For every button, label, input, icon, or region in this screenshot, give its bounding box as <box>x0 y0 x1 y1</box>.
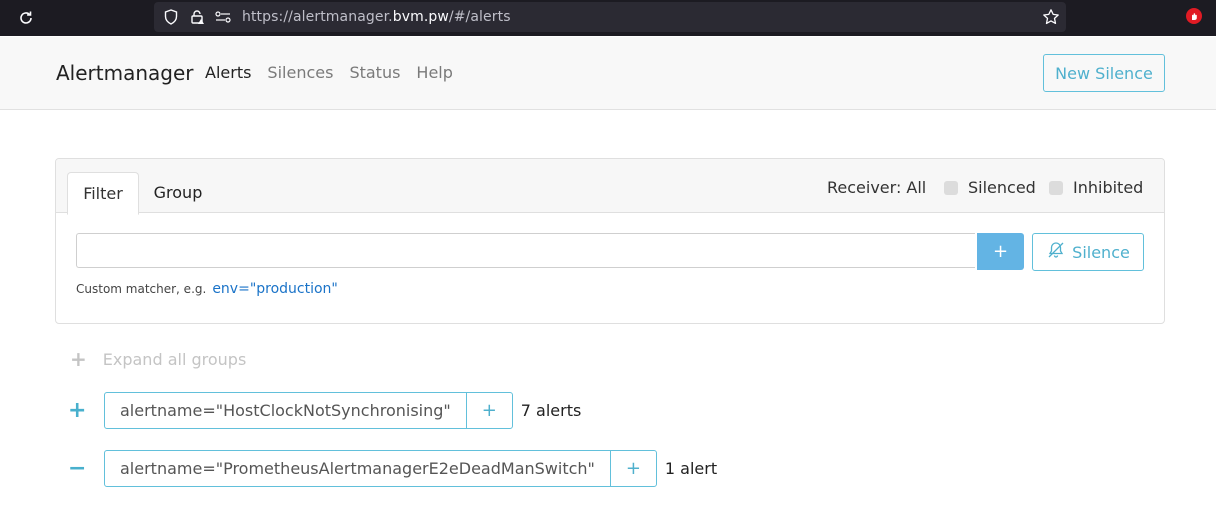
alert-group-row: − alertname="PrometheusAlertmanagerE2eDe… <box>68 450 717 487</box>
group-alert-count: 1 alert <box>664 459 718 478</box>
expand-group-icon[interactable]: + <box>68 398 86 423</box>
tab-filter[interactable]: Filter <box>67 172 139 215</box>
group-alert-count: 7 alerts <box>520 401 582 420</box>
url-bar[interactable]: https://alertmanager.bvm.pw/#/alerts <box>154 2 1066 32</box>
group-matcher-label[interactable]: alertname="PrometheusAlertmanagerE2eDead… <box>105 451 611 486</box>
silenced-checkbox[interactable]: Silenced <box>944 178 1036 197</box>
browser-toolbar: https://alertmanager.bvm.pw/#/alerts <box>0 0 1216 36</box>
reload-icon[interactable] <box>16 8 36 28</box>
receiver-selector[interactable]: Receiver: All <box>827 178 926 197</box>
silenced-checkbox-box[interactable] <box>944 180 958 195</box>
bookmark-star-icon[interactable] <box>1042 8 1060 30</box>
url-text: https://alertmanager.bvm.pw/#/alerts <box>242 9 511 25</box>
silenced-label: Silenced <box>968 178 1036 197</box>
group-matcher: alertname="PrometheusAlertmanagerE2eDead… <box>104 450 657 487</box>
hint-text: Custom matcher, e.g. <box>76 282 207 296</box>
url-host: bvm.pw <box>392 9 449 25</box>
tab-group[interactable]: Group <box>146 172 210 213</box>
group-matcher: alertname="HostClockNotSynchronising" + <box>104 392 513 429</box>
add-group-matcher-button[interactable]: + <box>467 393 512 428</box>
hint-example[interactable]: env="production" <box>212 281 338 297</box>
insecure-lock-icon[interactable] <box>188 8 206 26</box>
shield-icon[interactable] <box>162 8 180 26</box>
silence-button-label: Silence <box>1072 242 1130 262</box>
filter-card-header: Filter Group Receiver: All Silenced Inhi… <box>56 159 1164 215</box>
url-prefix: https://alertmanager. <box>242 9 393 25</box>
matcher-hint: Custom matcher, e.g. env="production" <box>76 281 338 297</box>
nav-silences[interactable]: Silences <box>267 63 333 82</box>
permissions-icon[interactable] <box>214 8 232 26</box>
brand-logo[interactable]: Alertmanager <box>56 61 194 85</box>
nav-alerts[interactable]: Alerts <box>205 63 251 82</box>
filter-card: Filter Group Receiver: All Silenced Inhi… <box>55 158 1165 324</box>
nav-links: Alerts Silences Status Help <box>205 63 469 82</box>
filter-input[interactable] <box>76 233 975 268</box>
nav-status[interactable]: Status <box>349 63 400 82</box>
bell-slash-icon <box>1046 240 1066 264</box>
alert-group-row: + alertname="HostClockNotSynchronising" … <box>68 392 581 429</box>
expand-all-groups[interactable]: + Expand all groups <box>70 347 246 371</box>
extension-icon[interactable] <box>1186 8 1202 24</box>
plus-icon: + <box>70 347 87 371</box>
nav-help[interactable]: Help <box>416 63 452 82</box>
url-path: /#/alerts <box>448 9 511 25</box>
inhibited-checkbox[interactable]: Inhibited <box>1049 178 1143 197</box>
new-silence-button[interactable]: New Silence <box>1043 54 1165 92</box>
add-matcher-button[interactable]: + <box>977 233 1024 270</box>
silence-button[interactable]: Silence <box>1032 233 1144 271</box>
expand-all-label: Expand all groups <box>102 349 247 369</box>
inhibited-checkbox-box[interactable] <box>1049 180 1063 195</box>
inhibited-label: Inhibited <box>1073 178 1144 197</box>
top-navbar: Alertmanager Alerts Silences Status Help… <box>0 37 1216 110</box>
group-matcher-label[interactable]: alertname="HostClockNotSynchronising" <box>105 393 467 428</box>
add-group-matcher-button[interactable]: + <box>611 451 656 486</box>
collapse-group-icon[interactable]: − <box>68 456 86 481</box>
